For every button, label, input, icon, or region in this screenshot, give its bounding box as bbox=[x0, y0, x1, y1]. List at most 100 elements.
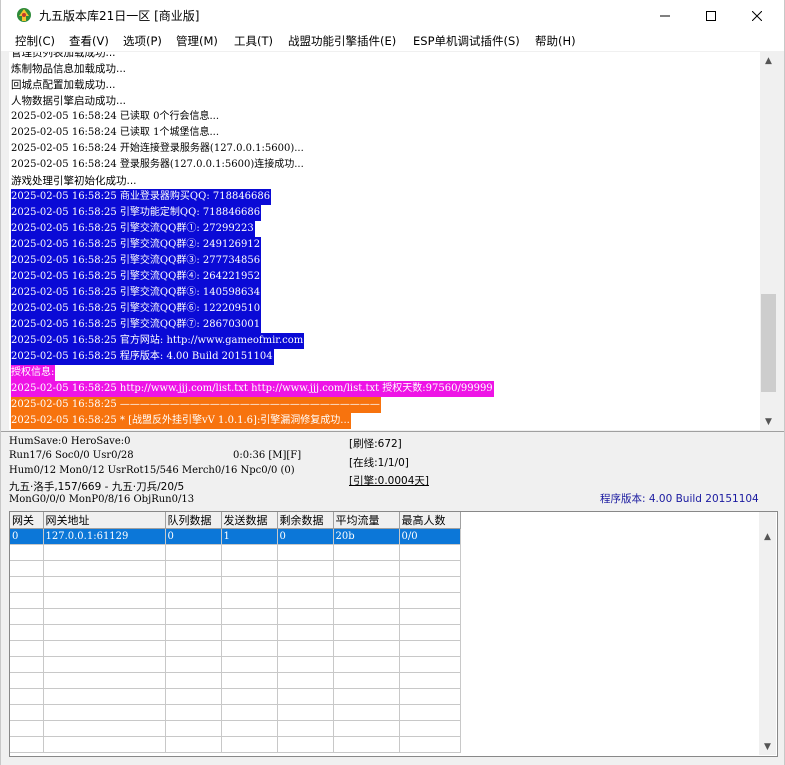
column-header[interactable]: 最高人数 bbox=[399, 512, 461, 529]
table-cell bbox=[277, 608, 334, 625]
table-cell bbox=[277, 704, 334, 721]
table-cell bbox=[333, 576, 400, 593]
menu-view[interactable]: 查看(V) bbox=[69, 33, 109, 49]
close-button[interactable] bbox=[734, 0, 780, 31]
log-panel[interactable]: 管理员列表加载成功... 炼制物品信息加载成功... 回城点配置加载成功... 人物… bbox=[9, 52, 760, 430]
log-line: 2025-02-05 16:58:25 引擎交流QQ群⑤: 140598634 bbox=[11, 285, 262, 301]
table-row bbox=[10, 592, 461, 609]
table-cell: 0 bbox=[277, 528, 334, 545]
log-scrollbar[interactable]: ▲ ▼ bbox=[760, 52, 777, 430]
table-cell bbox=[165, 624, 222, 641]
grid-scrollbar[interactable]: ▲ ▼ bbox=[759, 528, 776, 755]
maps-status: 九五·洛手,157/669 - 九五·刀兵/20/5 bbox=[9, 481, 185, 493]
mong-status: MonG0/0/0 MonP0/8/16 ObjRun0/13 bbox=[9, 494, 195, 505]
version-status: 程序版本: 4.00 Build 20151104 bbox=[600, 493, 759, 505]
table-row bbox=[10, 672, 461, 689]
maximize-button[interactable] bbox=[688, 0, 734, 31]
table-cell bbox=[221, 656, 278, 673]
grid-scroll-up-icon[interactable]: ▲ bbox=[759, 528, 776, 545]
table-cell bbox=[277, 656, 334, 673]
table-cell bbox=[333, 656, 400, 673]
log-line: 2025-02-05 16:58:25 程序版本: 4.00 Build 201… bbox=[11, 349, 274, 365]
humsave-status: HumSave:0 HeroSave:0 bbox=[9, 436, 131, 447]
table-cell bbox=[333, 624, 400, 641]
table-row[interactable]: 0 127.0.0.1:61129 0 1 0 20b 0/0 bbox=[10, 528, 461, 545]
table-cell bbox=[10, 560, 44, 577]
table-cell bbox=[165, 592, 222, 609]
minimize-icon bbox=[660, 15, 670, 16]
table-cell bbox=[277, 640, 334, 657]
gateway-grid: 网关 网关地址 队列数据 发送数据 剩余数据 平均流量 最高人数 0 127.0.0.1:61… bbox=[9, 511, 778, 757]
log-line: 2025-02-05 16:58:25 引擎交流QQ群②: 249126912 bbox=[11, 237, 262, 253]
log-line: 2025-02-05 16:58:24 开始连接登录服务器(127.0.0.1:… bbox=[11, 143, 304, 154]
table-cell bbox=[399, 592, 461, 609]
table-cell bbox=[333, 672, 400, 689]
log-line: 2025-02-05 16:58:24 已读取 0个行会信息... bbox=[11, 111, 220, 122]
table-cell bbox=[10, 736, 44, 753]
log-scroll-thumb[interactable] bbox=[761, 294, 776, 392]
menu-alliance-plugin[interactable]: 战盟功能引擎插件(E) bbox=[288, 33, 396, 49]
menu-manage[interactable]: 管理(M) bbox=[176, 33, 218, 49]
table-cell bbox=[277, 688, 334, 705]
app-icon bbox=[17, 8, 31, 22]
table-cell bbox=[43, 544, 166, 561]
table-cell: 127.0.0.1:61129 bbox=[43, 528, 166, 545]
table-cell bbox=[333, 608, 400, 625]
table-cell bbox=[221, 736, 278, 753]
scroll-up-icon[interactable]: ▲ bbox=[760, 52, 777, 69]
column-header[interactable]: 网关 bbox=[10, 512, 44, 529]
table-cell bbox=[221, 544, 278, 561]
maximize-icon bbox=[706, 10, 716, 21]
table-row bbox=[10, 560, 461, 577]
table-cell bbox=[10, 720, 44, 737]
table-cell bbox=[165, 656, 222, 673]
table-row bbox=[10, 608, 461, 625]
column-header[interactable]: 剩余数据 bbox=[277, 512, 334, 529]
log-line-partial: 管理员列表加载成功... bbox=[11, 52, 116, 59]
menu-help[interactable]: 帮助(H) bbox=[535, 33, 576, 49]
grid-scroll-down-icon[interactable]: ▼ bbox=[759, 738, 776, 755]
minimize-button[interactable] bbox=[642, 0, 688, 31]
table-cell bbox=[10, 592, 44, 609]
log-line: 2025-02-05 16:58:25 引擎交流QQ群④: 264221952 bbox=[11, 269, 262, 285]
column-header[interactable]: 队列数据 bbox=[165, 512, 222, 529]
status-panel: HumSave:0 HeroSave:0 Run17/6 Soc0/0 Usr0… bbox=[1, 431, 784, 510]
table-cell bbox=[333, 704, 400, 721]
table-cell bbox=[221, 672, 278, 689]
table-cell bbox=[43, 592, 166, 609]
table-cell bbox=[10, 608, 44, 625]
log-line: 人物数据引擎启动成功... bbox=[11, 95, 127, 107]
scroll-down-icon[interactable]: ▼ bbox=[760, 413, 777, 430]
grid-corner bbox=[759, 512, 776, 528]
table-cell bbox=[277, 544, 334, 561]
menu-bar: 控制(C) 查看(V) 选项(P) 管理(M) 工具(T) 战盟功能引擎插件(E… bbox=[1, 31, 784, 51]
table-cell bbox=[399, 736, 461, 753]
menu-tools[interactable]: 工具(T) bbox=[234, 33, 273, 49]
online-status: [在线:1/1/0] bbox=[349, 457, 409, 469]
menu-options[interactable]: 选项(P) bbox=[123, 33, 162, 49]
table-cell bbox=[221, 560, 278, 577]
table-cell bbox=[277, 720, 334, 737]
menu-esp-plugin[interactable]: ESP单机调试插件(S) bbox=[413, 33, 520, 49]
engine-status: [引擎:0.0004天] bbox=[349, 475, 429, 487]
table-cell bbox=[221, 608, 278, 625]
log-line: 2025-02-05 16:58:25 引擎交流QQ群⑥: 122209510 bbox=[11, 301, 262, 317]
table-cell bbox=[165, 688, 222, 705]
table-row bbox=[10, 640, 461, 657]
table-cell bbox=[43, 688, 166, 705]
column-header[interactable]: 网关地址 bbox=[43, 512, 166, 529]
table-cell bbox=[43, 560, 166, 577]
table-cell bbox=[333, 640, 400, 657]
log-line: 2025-02-05 16:58:24 登录服务器(127.0.0.1:5600… bbox=[11, 159, 304, 170]
table-row bbox=[10, 704, 461, 721]
table-cell bbox=[165, 560, 222, 577]
column-header[interactable]: 平均流量 bbox=[333, 512, 400, 529]
table-cell bbox=[399, 720, 461, 737]
table-row bbox=[10, 624, 461, 641]
table-cell bbox=[333, 592, 400, 609]
log-line: 2025-02-05 16:58:25 http://www.jjj.com/l… bbox=[11, 381, 494, 397]
table-cell bbox=[221, 720, 278, 737]
column-header[interactable]: 发送数据 bbox=[221, 512, 278, 529]
log-line: 2025-02-05 16:58:24 已读取 1个城堡信息... bbox=[11, 127, 220, 138]
menu-control[interactable]: 控制(C) bbox=[15, 33, 55, 49]
